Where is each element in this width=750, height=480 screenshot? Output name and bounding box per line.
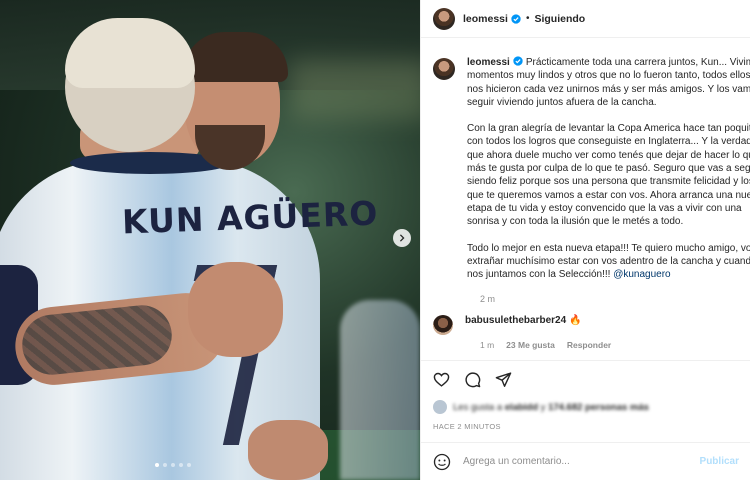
caption-line: que ahora duele mucho ver como tenés que… xyxy=(467,149,750,161)
commenter-username[interactable]: babusulethebarber24 xyxy=(465,315,566,326)
mention-link[interactable]: @kunaguero xyxy=(613,269,670,280)
carousel-dot xyxy=(171,463,175,467)
caption-paragraph: Todo lo mejor en esta nueva etapa!!! Te … xyxy=(467,242,750,282)
posted-ago: HACE 2 MINUTOS xyxy=(433,422,501,431)
caption-line: extrañar muchísimo estar con vos adentro… xyxy=(467,255,750,267)
caption-line: Prácticamente toda una carrera juntos, K… xyxy=(525,57,750,68)
carousel-dots xyxy=(155,463,191,467)
caption-line: Con la gran alegría de levantar la Copa … xyxy=(467,123,750,135)
caption-line: nos hicieron cada vez unirnos más y ser … xyxy=(467,83,750,95)
comment-body: 🔥 xyxy=(568,315,582,326)
share-send-icon[interactable] xyxy=(495,371,512,388)
carousel-dot xyxy=(155,463,159,467)
caption-line: con todos los logros que conseguiste en … xyxy=(467,136,750,148)
caption-line: más te gusta por culpa de lo que te pasó… xyxy=(467,163,750,175)
background-player xyxy=(340,300,420,480)
add-comment-bar: Agrega un comentario... Publicar xyxy=(421,442,750,480)
caption-line: sonrisa y con toda la ilusión que le met… xyxy=(467,216,684,228)
carousel-dot xyxy=(179,463,183,467)
caption-username[interactable]: leomessi xyxy=(467,57,510,68)
carousel-next-button[interactable] xyxy=(393,229,411,247)
caption-time[interactable]: 2 m xyxy=(480,294,750,304)
jersey-name-text: KUN AGÜERO xyxy=(121,193,379,242)
commenter-avatar[interactable] xyxy=(433,315,453,335)
author-avatar[interactable] xyxy=(433,7,455,30)
likes-text: Les gusta a elabidd y 174.682 personas m… xyxy=(453,401,649,413)
caption-line: seguir viviendo juntos afuera de la canc… xyxy=(467,96,657,108)
post-photo: KUN AGÜERO xyxy=(0,0,420,480)
chevron-right-icon xyxy=(399,234,405,242)
likes-summary[interactable]: Les gusta a elabidd y 174.682 personas m… xyxy=(433,400,649,414)
publish-button[interactable]: Publicar xyxy=(700,456,739,467)
post-side-panel: leomessi • Siguiendo leomessi Prácticamen… xyxy=(420,0,750,480)
comment-input[interactable]: Agrega un comentario... xyxy=(463,456,700,467)
verified-badge-icon xyxy=(511,13,521,24)
post-header: leomessi • Siguiendo xyxy=(421,0,750,38)
caption-line: nos juntamos con la Selección!!! xyxy=(467,269,614,281)
caption-text: leomessi Prácticamente toda una carrera j… xyxy=(467,56,750,294)
comment-item: babusulethebarber24 🔥 xyxy=(433,315,581,335)
comment-meta: 1 m 23 Me gusta Responder xyxy=(480,340,611,350)
carousel-dot xyxy=(187,463,191,467)
verified-badge-icon xyxy=(513,56,523,66)
instagram-post-modal: KUN AGÜERO leomessi • Siguiendo leomessi… xyxy=(0,0,750,480)
caption-paragraph: Con la gran alegría de levantar la Copa … xyxy=(467,122,750,228)
caption-line: Todo lo mejor en esta nueva etapa!!! Te … xyxy=(467,242,750,254)
caption-line: que te queremos vamos a estar con vos. A… xyxy=(467,189,750,201)
caption-paragraph: leomessi Prácticamente toda una carrera j… xyxy=(467,56,750,109)
comment-reply-button[interactable]: Responder xyxy=(567,340,611,350)
like-heart-icon[interactable] xyxy=(433,371,450,388)
following-button[interactable]: Siguiendo xyxy=(534,13,585,25)
post-actions xyxy=(421,360,750,388)
comment-time[interactable]: 1 m xyxy=(480,340,494,350)
liker-avatar xyxy=(433,400,447,414)
comment-bubble-icon[interactable] xyxy=(464,371,481,388)
caption-area: leomessi Prácticamente toda una carrera j… xyxy=(421,38,750,308)
comment-likes[interactable]: 23 Me gusta xyxy=(506,340,555,350)
caption-author-avatar[interactable] xyxy=(433,58,455,80)
caption-line: momentos muy lindos y otros que no lo fu… xyxy=(467,70,750,82)
author-username[interactable]: leomessi xyxy=(463,13,508,25)
caption-line: siendo feliz porque sos una persona que … xyxy=(467,176,750,188)
caption-line: etapa de tu vida y estoy convencido que … xyxy=(467,202,742,214)
emoji-smiley-icon[interactable] xyxy=(433,453,451,471)
separator-dot: • xyxy=(525,13,530,24)
carousel-dot xyxy=(163,463,167,467)
